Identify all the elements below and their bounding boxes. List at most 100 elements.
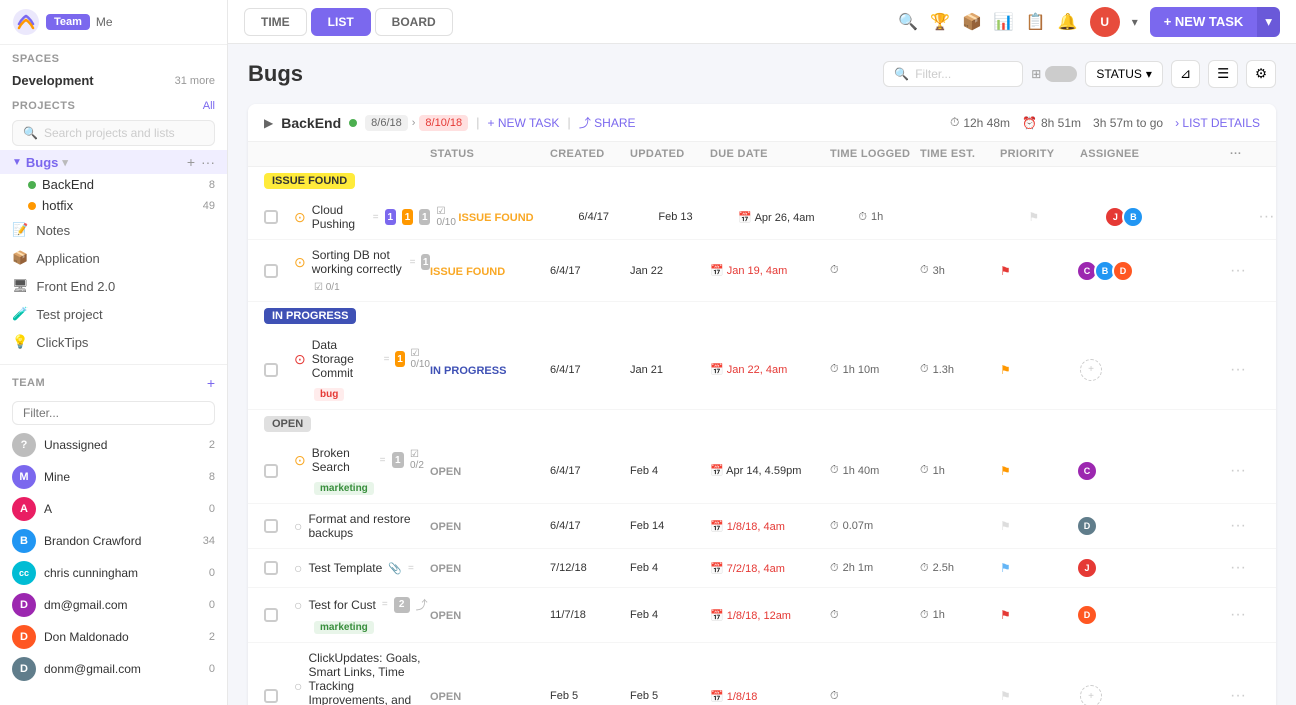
dev-space-item[interactable]: Development 31 more: [0, 69, 227, 92]
overflow-menu[interactable]: ···: [1230, 606, 1260, 624]
bugs-add-btn[interactable]: +: [187, 154, 195, 170]
filter-btn[interactable]: ⊿: [1171, 60, 1200, 88]
collapse-icon[interactable]: ▶: [264, 116, 273, 130]
box-icon[interactable]: 📦: [962, 12, 982, 32]
application-nav-item[interactable]: 📦Application: [0, 244, 227, 272]
task-status: OPEN: [430, 608, 550, 622]
frontend-icon: 🖥: [12, 278, 29, 294]
bell-icon[interactable]: 🔔: [1058, 12, 1078, 32]
member-don[interactable]: D Don Maldonado 2: [0, 621, 227, 653]
calendar-icon: 📅: [710, 265, 724, 277]
table-row[interactable]: ⊙ Cloud Pushing = 1 1 1 ☑ 0/10 ISSUE FOU…: [248, 195, 1276, 240]
test-project-nav-item[interactable]: 🧪Test project: [0, 300, 227, 328]
user-avatar[interactable]: U: [1090, 7, 1120, 37]
task-checkbox[interactable]: [264, 464, 278, 478]
task-checkbox[interactable]: [264, 264, 278, 278]
member-unassigned[interactable]: ? Unassigned 2: [0, 429, 227, 461]
table-row[interactable]: ⊙ Data Storage Commit = 1 ☑ 0/10 bug IN …: [248, 330, 1276, 410]
table-row[interactable]: ⊙ Broken Search = 1 ☑ 0/2 marketing OPEN…: [248, 438, 1276, 504]
team-filter-input[interactable]: [12, 401, 215, 425]
overflow-menu[interactable]: ···: [1258, 208, 1276, 226]
member-dm[interactable]: D dm@gmail.com 0: [0, 589, 227, 621]
table-row[interactable]: ⊙ Sorting DB not working correctly = 1 ☑…: [248, 240, 1276, 302]
task-label[interactable]: Test for Cust: [308, 598, 375, 612]
chart-icon[interactable]: 📊: [994, 12, 1014, 32]
table-row[interactable]: ○ Test Template 📎 = OPEN 7/12/18 Feb 4 📅…: [248, 549, 1276, 588]
task-checkbox[interactable]: [264, 561, 278, 575]
view-toggle-btn[interactable]: ☰: [1208, 60, 1238, 88]
task-checkbox[interactable]: [264, 689, 278, 703]
task-checkbox[interactable]: [264, 519, 278, 533]
member-mine[interactable]: M Mine 8: [0, 461, 227, 493]
team-badge[interactable]: Team: [46, 14, 90, 30]
share-link[interactable]: ⤴ SHARE: [579, 114, 636, 131]
in-progress-badge: IN PROGRESS: [264, 308, 356, 324]
backend-project[interactable]: BackEnd 8: [0, 174, 227, 195]
overflow-menu[interactable]: ···: [1230, 559, 1260, 577]
member-a[interactable]: A A 0: [0, 493, 227, 525]
task-label[interactable]: Cloud Pushing: [312, 203, 367, 231]
list-details-link[interactable]: › LIST DETAILS: [1175, 116, 1260, 130]
time-est: ⏱ 1.3h: [920, 363, 1000, 376]
table-row[interactable]: ○ Format and restore backups OPEN 6/4/17…: [248, 504, 1276, 549]
task-status-icon: ○: [294, 597, 302, 613]
overflow-menu[interactable]: ···: [1230, 517, 1260, 535]
overflow-menu[interactable]: ···: [1230, 462, 1260, 480]
backend-list-section: ▶ BackEnd 8/6/18 › 8/10/18 | + NEW TASK …: [248, 104, 1276, 705]
assignee-group: J B: [1108, 206, 1258, 228]
task-label[interactable]: Data Storage Commit: [312, 338, 378, 380]
time-tab[interactable]: TIME: [244, 8, 307, 36]
table-row[interactable]: ○ Test for Cust = 2 ⤴ marketing OPEN 11/…: [248, 588, 1276, 643]
settings-icon[interactable]: ▾: [1132, 15, 1138, 29]
filter-main-input[interactable]: 🔍 Filter...: [883, 61, 1023, 87]
projects-search[interactable]: 🔍 Search projects and lists: [12, 120, 215, 146]
overflow-menu[interactable]: ···: [1230, 687, 1260, 705]
task-status: ISSUE FOUND: [430, 264, 550, 278]
task-label[interactable]: Broken Search: [312, 446, 374, 474]
member-donm[interactable]: D donm@gmail.com 0: [0, 653, 227, 685]
task-checkbox[interactable]: [264, 608, 278, 622]
list-tab[interactable]: LIST: [311, 8, 371, 36]
member-brandon[interactable]: B Brandon Crawford 34: [0, 525, 227, 557]
task-status-icon: ⊙: [294, 254, 306, 271]
task-checkbox[interactable]: [264, 363, 278, 377]
task-label[interactable]: ClickUpdates: Goals, Smart Links, Time T…: [308, 651, 430, 705]
sidebar: Team Me SPACES Development 31 more PROJE…: [0, 0, 228, 705]
member-chris[interactable]: cc chris cunningham 0: [0, 557, 227, 589]
new-task-btn[interactable]: + NEW TASK: [1150, 7, 1258, 37]
task-label[interactable]: Format and restore backups: [308, 512, 430, 540]
bugs-project-item[interactable]: ▼ Bugs ▾ + ···: [0, 150, 227, 174]
status-filter-btn[interactable]: STATUS ▾: [1085, 61, 1163, 87]
overflow-menu[interactable]: ···: [1230, 361, 1260, 379]
flag-icon: ⚑: [1000, 519, 1011, 533]
col-time-logged: TIME LOGGED: [830, 148, 920, 160]
clicktips-nav-item[interactable]: 💡ClickTips: [0, 328, 227, 356]
projects-all-link[interactable]: All: [203, 100, 215, 112]
bugs-more-btn[interactable]: ···: [201, 154, 215, 170]
new-task-dropdown-btn[interactable]: ▾: [1257, 7, 1280, 37]
table-row[interactable]: ○ ClickUpdates: Goals, Smart Links, Time…: [248, 643, 1276, 705]
unassigned-avatar: ?: [12, 433, 36, 457]
add-task-link[interactable]: + NEW TASK: [488, 116, 560, 130]
table-icon[interactable]: 📋: [1026, 12, 1046, 32]
me-link[interactable]: Me: [96, 15, 113, 29]
due-date: 📅 Apr 14, 4.59pm: [710, 464, 830, 477]
toggle-switch[interactable]: [1045, 66, 1077, 82]
hotfix-project[interactable]: hotfix 49: [0, 195, 227, 216]
notes-nav-item[interactable]: 📝Notes: [0, 216, 227, 244]
flag-icon: ⚑: [1000, 689, 1011, 703]
clock-icon: ⏱: [950, 115, 959, 130]
task-label[interactable]: Sorting DB not working correctly: [312, 248, 404, 276]
assignee-group: D: [1080, 604, 1230, 626]
brandon-avatar: B: [12, 529, 36, 553]
search-icon[interactable]: 🔍: [898, 12, 918, 32]
frontend-nav-item[interactable]: 🖥Front End 2.0: [0, 272, 227, 300]
assignee-group: D: [1080, 515, 1230, 537]
team-add-btn[interactable]: +: [207, 375, 215, 391]
task-label[interactable]: Test Template: [308, 561, 382, 575]
task-checkbox[interactable]: [264, 210, 278, 224]
overflow-menu[interactable]: ···: [1230, 262, 1260, 280]
settings-gear-btn[interactable]: ⚙: [1246, 60, 1276, 88]
board-tab[interactable]: BOARD: [375, 8, 453, 36]
trophy-icon[interactable]: 🏆: [930, 12, 950, 32]
